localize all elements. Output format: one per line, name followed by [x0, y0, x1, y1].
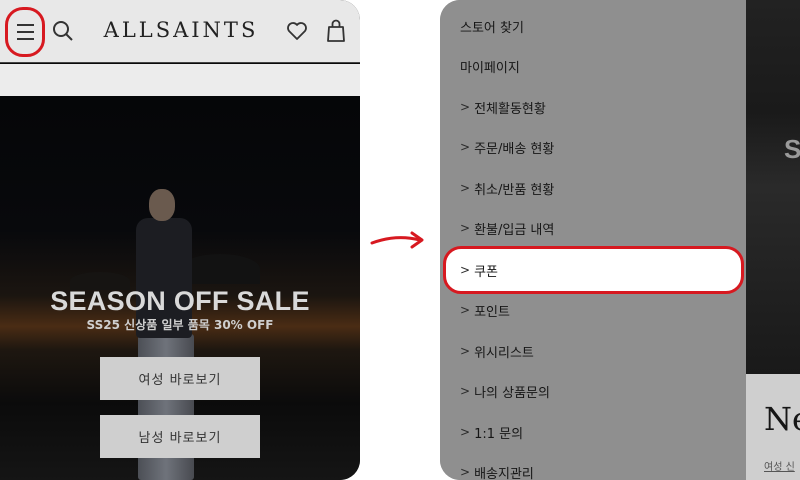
menu-item-label: 배송지관리	[474, 466, 534, 480]
menu-item-label: 마이페이지	[460, 60, 520, 76]
search-icon[interactable]	[52, 20, 74, 42]
menu-item-label: 위시리스트	[474, 345, 534, 361]
menu-item-label: 포인트	[474, 304, 510, 320]
announcement-strip	[0, 64, 360, 96]
menu-item-one-on-one-inquiry[interactable]: > 1:1 문의	[460, 412, 523, 452]
shop-men-button[interactable]: 남성 바로보기	[100, 415, 260, 458]
menu-item-coupon[interactable]: > 쿠폰	[460, 250, 498, 290]
background-hero-letter: S	[784, 134, 800, 164]
brand-logo[interactable]: ALLSAINTS	[96, 18, 266, 42]
menu-item-product-inquiry[interactable]: > 나의 상품문의	[460, 371, 550, 411]
hero-banner[interactable]: SEASON OFF SALE SS25 신상품 일부 품목 30% OFF 여…	[0, 96, 360, 480]
shopping-bag-icon[interactable]	[326, 19, 346, 43]
background-link-fragment: 여성 신	[764, 462, 795, 473]
chevron-right-icon: >	[460, 425, 471, 439]
menu-item-activity[interactable]: > 전체활동현황	[460, 87, 546, 127]
side-menu-panel: 스토어 찾기 마이페이지 > 전체활동현황 > 주문/배송 현황 > 취소/반품…	[440, 0, 746, 480]
menu-screen: S Ne 여성 신 스토어 찾기 마이페이지 > 전체활동현황 > 주문/배송 …	[440, 0, 800, 480]
hero-model	[149, 189, 175, 221]
hero-rock	[180, 254, 260, 284]
home-screen: ALLSAINTS SEASON OFF SALE SS25 신상품 일부 품목…	[0, 0, 360, 480]
menu-item-label: 쿠폰	[474, 264, 498, 280]
menu-item-my-page[interactable]: 마이페이지	[460, 46, 520, 86]
chevron-right-icon: >	[460, 140, 471, 154]
chevron-right-icon: >	[460, 303, 471, 317]
top-navigation-bar: ALLSAINTS	[0, 0, 360, 63]
chevron-right-icon: >	[460, 465, 471, 479]
chevron-right-icon: >	[460, 100, 471, 114]
menu-item-store-finder[interactable]: 스토어 찾기	[460, 6, 524, 46]
chevron-right-icon: >	[460, 263, 471, 277]
menu-item-orders[interactable]: > 주문/배송 현황	[460, 127, 554, 167]
chevron-right-icon: >	[460, 344, 471, 358]
shop-women-button[interactable]: 여성 바로보기	[100, 357, 260, 400]
chevron-right-icon: >	[460, 181, 471, 195]
background-page-peek	[746, 0, 800, 374]
menu-item-points[interactable]: > 포인트	[460, 290, 510, 330]
menu-item-label: 취소/반품 현황	[474, 182, 555, 198]
chevron-right-icon: >	[460, 221, 471, 235]
background-heading-fragment: Ne	[764, 400, 800, 438]
menu-item-label: 전체활동현황	[474, 101, 546, 117]
hamburger-menu-icon[interactable]	[5, 7, 45, 57]
menu-item-wishlist[interactable]: > 위시리스트	[460, 331, 534, 371]
menu-item-label: 1:1 문의	[474, 426, 524, 442]
menu-item-label: 환불/입금 내역	[474, 222, 555, 238]
menu-item-address-book[interactable]: > 배송지관리	[460, 452, 534, 480]
hero-title: SEASON OFF SALE	[50, 286, 310, 316]
menu-item-label: 나의 상품문의	[474, 385, 550, 401]
chevron-right-icon: >	[460, 384, 471, 398]
hero-model	[138, 334, 194, 480]
heart-icon[interactable]	[286, 20, 308, 42]
hero-subtitle: SS25 신상품 일부 품목 30% OFF	[86, 318, 274, 332]
menu-item-refunds[interactable]: > 환불/입금 내역	[460, 208, 554, 248]
menu-item-cancellations[interactable]: > 취소/반품 현황	[460, 168, 554, 208]
menu-item-label: 주문/배송 현황	[474, 141, 555, 157]
red-arrow-icon	[370, 231, 424, 249]
coupon-highlight: > 쿠폰	[443, 246, 744, 294]
menu-item-label: 스토어 찾기	[460, 20, 524, 36]
